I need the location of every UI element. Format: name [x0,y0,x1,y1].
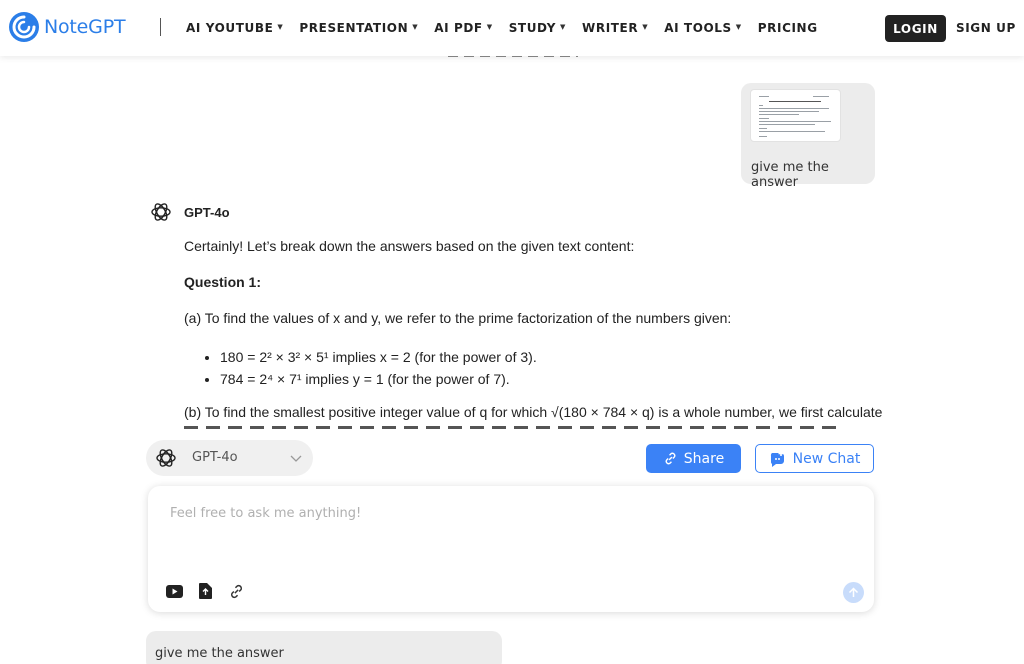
link-icon [665,452,676,465]
user-message-bubble: give me the answer [741,83,875,190]
document-upload-icon[interactable] [196,582,214,600]
nav-item-study[interactable]: STUDY ▼ [509,21,566,35]
caret-down-icon: ▼ [412,23,419,31]
model-selector[interactable]: GPT-4o [146,440,313,476]
history-message-text: give me the answer [155,646,284,661]
nav-item-ai-youtube[interactable]: AI YOUTUBE ▼ [186,21,283,35]
response-part-a: (a) To find the values of x and y, we re… [184,310,732,326]
response-intro: Certainly! Let’s break down the answers … [184,238,635,254]
user-message-text: give me the answer [751,160,829,190]
main-nav: AI YOUTUBE ▼ PRESENTATION ▼ AI PDF ▼ STUDY ▼… [186,21,834,35]
login-button[interactable]: LOGIN [885,15,946,42]
link-icon[interactable] [227,582,245,600]
share-button[interactable]: Share [646,444,741,473]
response-part-b: (b) To find the smallest positive intege… [184,404,883,420]
list-item: 180 = 2² × 3² × 5¹ implies x = 2 (for th… [220,346,537,368]
chat-composer [148,486,874,612]
question-heading: Question 1: [184,274,262,290]
brand-name: NoteGPT [44,16,126,38]
top-navigation-bar: NoteGPT AI YOUTUBE ▼ PRESENTATION ▼ AI PDF… [0,0,1024,56]
send-button[interactable] [843,582,864,603]
response-clipped-line [184,426,844,429]
signup-link[interactable]: SIGN UP [956,21,1016,35]
youtube-icon[interactable] [165,582,183,600]
caret-down-icon: ▼ [486,23,493,31]
list-item: 784 = 2⁴ × 7¹ implies y = 1 (for the pow… [220,368,537,390]
assistant-response: Certainly! Let’s break down the answers … [184,236,884,430]
share-label: Share [683,450,725,467]
nav-item-ai-pdf[interactable]: AI PDF ▼ [434,21,492,35]
new-chat-button[interactable]: New Chat [755,444,874,473]
new-chat-icon [770,450,784,467]
notegpt-logo[interactable]: NoteGPT [8,11,126,43]
openai-icon [156,449,176,467]
response-bullet-list: 180 = 2² × 3² × 5¹ implies x = 2 (for th… [204,346,537,390]
openai-icon [151,203,171,221]
nav-item-pricing[interactable]: PRICING [758,21,818,35]
history-message-preview[interactable]: give me the answer [146,631,502,664]
chevron-down-icon [290,455,302,462]
caret-down-icon: ▼ [277,23,284,31]
caret-down-icon: ▼ [735,23,742,31]
nav-item-writer[interactable]: WRITER ▼ [582,21,648,35]
nav-item-presentation[interactable]: PRESENTATION ▼ [299,21,418,35]
new-chat-label: New Chat [792,450,861,467]
document-thumbnail[interactable] [750,89,841,142]
model-selector-label: GPT-4o [192,450,238,465]
notegpt-logo-icon [9,12,39,42]
header-divider [160,18,161,36]
caret-down-icon: ▼ [642,23,649,31]
arrow-up-icon [848,587,859,597]
nav-item-ai-tools[interactable]: AI TOOLS ▼ [664,21,742,35]
assistant-model-name: GPT-4o [184,205,230,220]
caret-down-icon: ▼ [560,23,567,31]
chat-input[interactable] [170,506,830,566]
